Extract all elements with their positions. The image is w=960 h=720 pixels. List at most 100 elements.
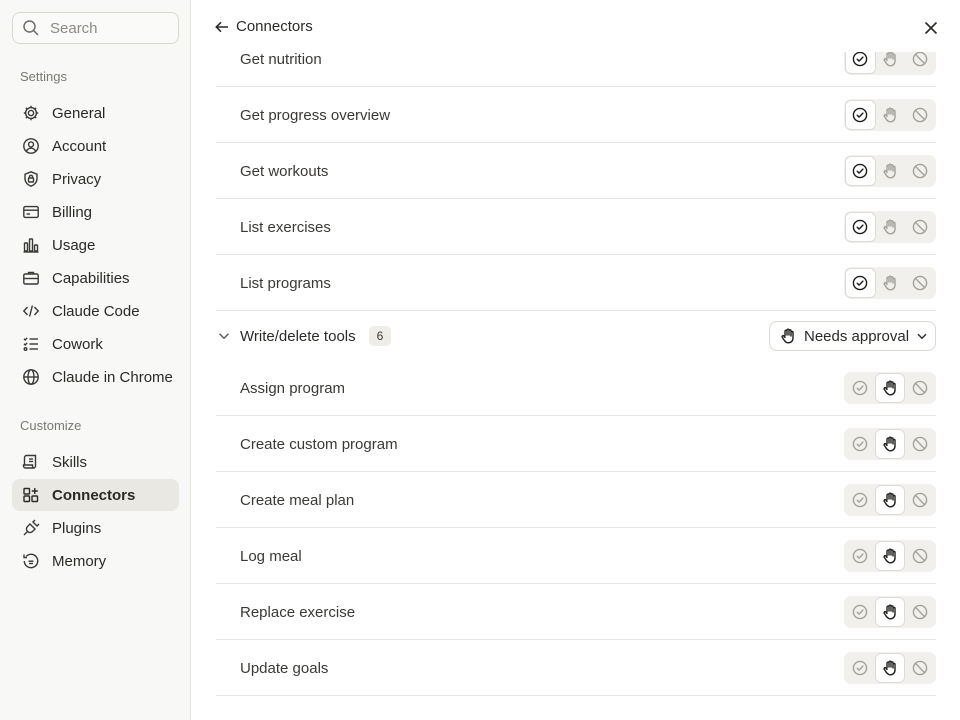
- block-option[interactable]: [905, 157, 934, 185]
- sidebar-item-label: Billing: [52, 203, 93, 221]
- needs-approval-option[interactable]: [876, 213, 905, 241]
- block-option[interactable]: [905, 374, 934, 402]
- tool-row: Create custom program: [216, 416, 936, 472]
- sidebar-item-label: Usage: [52, 236, 96, 254]
- sidebar-item-account[interactable]: Account: [12, 130, 179, 162]
- block-option[interactable]: [905, 213, 934, 241]
- permission-toggle: [844, 267, 936, 299]
- hand-icon: [882, 107, 898, 123]
- sidebar-item-label: Memory: [52, 552, 107, 570]
- globe-icon: [22, 368, 40, 386]
- always-allow-option[interactable]: [846, 101, 875, 129]
- always-allow-option[interactable]: [846, 430, 875, 458]
- main-panel: Connectors Get nutrition Get progress ove…: [192, 0, 960, 720]
- block-icon: [912, 660, 928, 676]
- permission-toggle: [844, 372, 936, 404]
- collapse-group-button[interactable]: [216, 328, 232, 344]
- block-option[interactable]: [905, 101, 934, 129]
- block-icon: [912, 51, 928, 67]
- block-icon: [912, 107, 928, 123]
- always-allow-option[interactable]: [846, 374, 875, 402]
- group-permission-dropdown[interactable]: Needs approval: [769, 321, 936, 351]
- sidebar-item-billing[interactable]: Billing: [12, 196, 179, 228]
- needs-approval-option[interactable]: [875, 374, 905, 402]
- briefcase-icon: [22, 269, 40, 287]
- plug-icon: [22, 519, 40, 537]
- permission-toggle: [844, 652, 936, 684]
- bar-chart-icon: [22, 236, 40, 254]
- close-button[interactable]: [921, 18, 941, 38]
- arrow-left-icon: [215, 21, 228, 33]
- block-icon: [912, 492, 928, 508]
- hand-icon: [882, 380, 898, 396]
- needs-approval-option[interactable]: [875, 654, 905, 682]
- block-icon: [912, 219, 928, 235]
- hand-icon: [882, 163, 898, 179]
- back-button[interactable]: [212, 17, 232, 37]
- gear-icon: [22, 104, 40, 122]
- header: Connectors: [192, 0, 960, 52]
- tool-row: Assign program: [216, 360, 936, 416]
- tool-row: Create meal plan: [216, 472, 936, 528]
- sidebar-item-cowork[interactable]: Cowork: [12, 328, 179, 360]
- needs-approval-option[interactable]: [875, 542, 905, 570]
- sidebar-item-skills[interactable]: Skills: [12, 446, 179, 478]
- always-allow-option[interactable]: [846, 654, 875, 682]
- needs-approval-option[interactable]: [875, 430, 905, 458]
- dropdown-label: Needs approval: [804, 327, 910, 345]
- sidebar-item-connectors[interactable]: Connectors: [12, 479, 179, 511]
- hand-icon: [781, 328, 794, 344]
- sidebar-item-claude-code[interactable]: Claude Code: [12, 295, 179, 327]
- check-circle-icon: [852, 275, 868, 291]
- needs-approval-option[interactable]: [876, 157, 905, 185]
- tool-row: Replace exercise: [216, 584, 936, 640]
- needs-approval-option[interactable]: [876, 101, 905, 129]
- permission-toggle: [844, 155, 936, 187]
- block-option[interactable]: [905, 542, 934, 570]
- search-box[interactable]: [12, 12, 179, 44]
- always-allow-option[interactable]: [846, 542, 875, 570]
- sidebar-item-plugins[interactable]: Plugins: [12, 512, 179, 544]
- needs-approval-option[interactable]: [875, 598, 905, 626]
- needs-approval-option[interactable]: [876, 269, 905, 297]
- search-icon: [23, 20, 39, 36]
- page-title: Connectors: [236, 18, 313, 35]
- always-allow-option[interactable]: [846, 598, 875, 626]
- tool-row: Log meal: [216, 528, 936, 584]
- permission-toggle: [844, 428, 936, 460]
- sidebar-item-label: Capabilities: [52, 269, 130, 287]
- check-circle-icon: [852, 107, 868, 123]
- check-circle-icon: [852, 163, 868, 179]
- tool-name: Assign program: [240, 380, 346, 397]
- sidebar-item-usage[interactable]: Usage: [12, 229, 179, 261]
- block-option[interactable]: [905, 430, 934, 458]
- block-icon: [912, 604, 928, 620]
- sidebar-item-label: Account: [52, 137, 107, 155]
- search-input[interactable]: [50, 19, 160, 37]
- always-allow-option[interactable]: [846, 486, 875, 514]
- needs-approval-option[interactable]: [875, 486, 905, 514]
- hand-icon: [882, 492, 898, 508]
- sidebar-item-claude-in-chrome[interactable]: Claude in Chrome: [12, 361, 179, 393]
- always-allow-option[interactable]: [846, 157, 875, 185]
- sidebar-item-memory[interactable]: Memory: [12, 545, 179, 577]
- block-option[interactable]: [905, 598, 934, 626]
- close-icon: [924, 21, 938, 35]
- tool-name: List programs: [240, 275, 331, 292]
- tool-name: Replace exercise: [240, 604, 356, 621]
- always-allow-option[interactable]: [846, 213, 875, 241]
- tool-count-badge: 6: [369, 326, 391, 346]
- tool-name: Get nutrition: [240, 51, 322, 68]
- sidebar-item-general[interactable]: General: [12, 97, 179, 129]
- always-allow-option[interactable]: [846, 269, 875, 297]
- sidebar-item-capabilities[interactable]: Capabilities: [12, 262, 179, 294]
- permission-toggle: [844, 211, 936, 243]
- sidebar-item-label: Cowork: [52, 335, 103, 353]
- block-option[interactable]: [905, 654, 934, 682]
- user-circle-icon: [22, 137, 40, 155]
- block-option[interactable]: [905, 269, 934, 297]
- block-option[interactable]: [905, 486, 934, 514]
- hand-icon: [882, 548, 898, 564]
- sidebar-item-label: Plugins: [52, 519, 102, 537]
- sidebar-item-privacy[interactable]: Privacy: [12, 163, 179, 195]
